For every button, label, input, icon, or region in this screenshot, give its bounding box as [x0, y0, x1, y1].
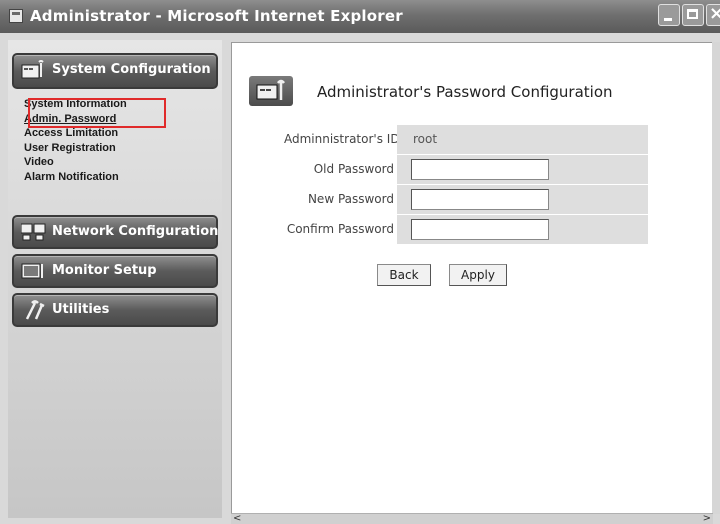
back-button[interactable]: Back — [377, 264, 431, 286]
submenu-alarm-notification[interactable]: Alarm Notification — [24, 170, 164, 185]
window-titlebar[interactable]: Administrator - Microsoft Internet Explo… — [0, 0, 720, 33]
window-title: Administrator - Microsoft Internet Explo… — [30, 7, 403, 25]
main-content-pane: Administrator's Password Configuration A… — [231, 42, 713, 514]
new-password-field[interactable] — [411, 189, 549, 210]
confirm-password-label: Confirm Password — [286, 222, 394, 236]
network-configuration-button[interactable]: Network Configuration — [12, 215, 218, 249]
admin-id-cell: root — [397, 125, 648, 154]
category-label: Network Configuration — [52, 224, 219, 239]
ie-page-icon — [9, 9, 23, 23]
admin-id-label: Adminnistrator's ID — [284, 132, 400, 146]
old-password-cell — [397, 155, 648, 184]
selection-highlight-box — [28, 98, 166, 128]
admin-id-value: root — [413, 132, 438, 146]
form-row-new-password: New Password — [284, 185, 648, 214]
tools-icon — [25, 300, 45, 320]
scroll-right-icon[interactable]: > — [703, 513, 711, 524]
submenu-user-registration[interactable]: User Registration — [24, 141, 164, 156]
monitor-wrench-icon — [249, 76, 293, 106]
close-icon[interactable] — [706, 3, 720, 26]
form-row-confirm-password: Confirm Password — [284, 215, 648, 244]
submenu-access-limitation[interactable]: Access Limitation — [24, 126, 164, 141]
utilities-button[interactable]: Utilities — [12, 293, 218, 327]
network-computers-icon — [21, 223, 46, 241]
submenu-video[interactable]: Video — [24, 155, 164, 170]
vertical-scrollbar[interactable] — [712, 42, 720, 514]
new-password-label: New Password — [307, 192, 394, 206]
category-label: Utilities — [52, 302, 110, 317]
old-password-label: Old Password — [313, 162, 394, 176]
confirm-password-field[interactable] — [411, 219, 549, 240]
monitor-wrench-icon — [21, 60, 44, 79]
horizontal-scrollbar[interactable]: < > — [231, 513, 713, 524]
monitor-setup-button[interactable]: Monitor Setup — [12, 254, 218, 288]
page-title: Administrator's Password Configuration — [317, 83, 613, 101]
minimize-icon[interactable] — [658, 4, 680, 26]
confirm-password-cell — [397, 215, 648, 244]
category-label: Monitor Setup — [52, 263, 157, 278]
category-label: System Configuration — [52, 62, 211, 77]
password-form: Adminnistrator's ID root Old Password Ne… — [284, 125, 648, 245]
window-controls — [658, 3, 720, 28]
system-configuration-button[interactable]: System Configuration — [12, 53, 218, 89]
apply-button[interactable]: Apply — [449, 264, 507, 286]
monitor-wrench-icon — [21, 263, 43, 279]
maximize-icon[interactable] — [682, 4, 704, 26]
form-row-old-password: Old Password — [284, 155, 648, 184]
scroll-left-icon[interactable]: < — [233, 513, 241, 524]
old-password-field[interactable] — [411, 159, 549, 180]
new-password-cell — [397, 185, 648, 214]
sidebar: System Configuration System Information … — [8, 40, 222, 518]
form-row-admin-id: Adminnistrator's ID root — [284, 125, 648, 154]
